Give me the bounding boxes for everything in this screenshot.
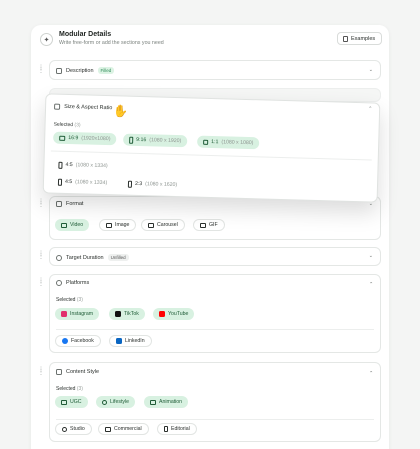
brush-icon <box>56 369 62 375</box>
instagram-icon <box>61 311 67 317</box>
linkedin-icon <box>116 338 122 344</box>
facebook-icon <box>62 338 68 344</box>
portrait-icon <box>127 180 133 188</box>
chevron-up-icon[interactable]: ⌄ <box>369 369 373 375</box>
size-chip-2-3[interactable]: 2:3 (1080 x 1620) <box>121 177 184 192</box>
divider <box>56 419 374 420</box>
drag-handle-icon[interactable]: ⋮ ⋮ <box>38 65 44 74</box>
style-chip-studio[interactable]: Studio <box>55 423 92 435</box>
sparkle-icon: ✦ <box>40 33 53 46</box>
drag-handle-icon[interactable]: ⋮ ⋮ <box>38 251 44 260</box>
section-label: Content Style <box>66 369 100 375</box>
chevron-down-icon[interactable]: ⌄ <box>369 253 373 259</box>
section-description[interactable]: Description Filled ⌄ <box>49 60 381 80</box>
document-icon <box>164 426 168 432</box>
panel-subtitle: Write free-form or add the sections you … <box>59 40 164 46</box>
document-icon <box>56 67 62 74</box>
platform-chip-youtube[interactable]: YouTube <box>153 308 195 320</box>
portrait-icon <box>129 136 134 144</box>
section-label: Target Duration <box>66 254 104 261</box>
chevron-up-icon[interactable]: ⌄ <box>368 104 372 110</box>
size-chip-1-1[interactable]: 1:1 (1080 x 1080) <box>197 135 260 150</box>
selected-label: Selected (3) <box>56 386 83 392</box>
section-label: Format <box>66 201 84 207</box>
format-chip-video[interactable]: Video <box>55 219 90 231</box>
section-label: Size & Aspect Ratio <box>64 103 113 112</box>
animation-icon <box>150 399 156 405</box>
chevron-up-icon[interactable]: ⌄ <box>369 280 373 286</box>
size-chip-4-5[interactable]: 4:5 (1080 x 1334) <box>52 158 114 173</box>
studio-icon <box>62 426 67 432</box>
user-icon <box>56 280 62 286</box>
drag-handle-icon[interactable]: ⋮ ⋮ <box>38 199 44 208</box>
panel-title: Modular Details <box>59 31 112 38</box>
portrait-icon <box>57 178 63 186</box>
platform-chip-tiktok[interactable]: TikTok <box>109 308 145 320</box>
style-chip-ugc[interactable]: UGC <box>55 396 88 408</box>
size-aspect-ratio-card[interactable]: Size & Aspect Ratio ⌄ Selected (3) 16:9 … <box>42 93 381 203</box>
copy-icon <box>343 35 348 42</box>
status-badge: Unfilled <box>107 254 129 261</box>
style-chip-lifestyle[interactable]: Lifestyle <box>96 396 136 408</box>
style-chip-commercial[interactable]: Commercial <box>98 423 149 435</box>
size-chip-9-16[interactable]: 9:16 (1080 x 1920) <box>123 133 188 148</box>
drag-handle-icon[interactable]: ⋮ ⋮ <box>38 278 44 287</box>
chevron-down-icon[interactable]: ⌄ <box>369 67 373 73</box>
heart-icon <box>102 399 107 405</box>
style-chip-animation[interactable]: Animation <box>144 396 189 408</box>
section-format: Format ⌄ <box>49 196 381 240</box>
tv-icon <box>105 426 111 432</box>
examples-button-label: Examples <box>351 35 376 42</box>
selected-label: Selected (3) <box>53 121 81 129</box>
camera-icon <box>61 399 67 405</box>
platform-chip-instagram[interactable]: Instagram <box>55 308 100 320</box>
resize-icon <box>54 103 61 110</box>
platform-chip-linkedin[interactable]: LinkedIn <box>109 335 152 347</box>
square-icon <box>203 139 209 145</box>
image-icon <box>106 222 112 228</box>
section-label: Description <box>66 67 94 74</box>
landscape-icon <box>59 135 66 141</box>
selected-label: Selected (3) <box>56 297 83 303</box>
section-target-duration[interactable]: Target Duration Unfilled ⌄ <box>49 247 381 266</box>
carousel-icon <box>148 222 154 228</box>
status-badge: Filled <box>97 67 115 74</box>
section-label: Platforms <box>66 280 90 286</box>
size-chip-16-9[interactable]: 16:9 (1920x1080) <box>53 131 117 146</box>
clock-icon <box>56 254 62 261</box>
examples-button[interactable]: Examples <box>337 32 382 45</box>
divider <box>56 329 374 330</box>
format-chip-carousel[interactable]: Carousel <box>141 219 185 231</box>
style-chip-editorial[interactable]: Editorial <box>157 423 197 435</box>
format-chip-image[interactable]: Image <box>99 219 137 231</box>
gif-icon <box>200 222 206 228</box>
format-chip-gif[interactable]: GIF <box>193 219 225 231</box>
video-icon <box>61 222 67 228</box>
tiktok-icon <box>115 311 121 317</box>
platform-chip-facebook[interactable]: Facebook <box>55 335 101 347</box>
layers-icon <box>56 201 62 207</box>
portrait-icon <box>58 161 63 169</box>
drag-handle-icon[interactable]: ⋮ ⋮ <box>38 367 44 376</box>
youtube-icon <box>159 311 165 317</box>
grab-cursor-icon: ✋ <box>113 104 128 118</box>
size-chip-4-5[interactable]: 4:5 (1080 x 1334) <box>51 175 114 190</box>
